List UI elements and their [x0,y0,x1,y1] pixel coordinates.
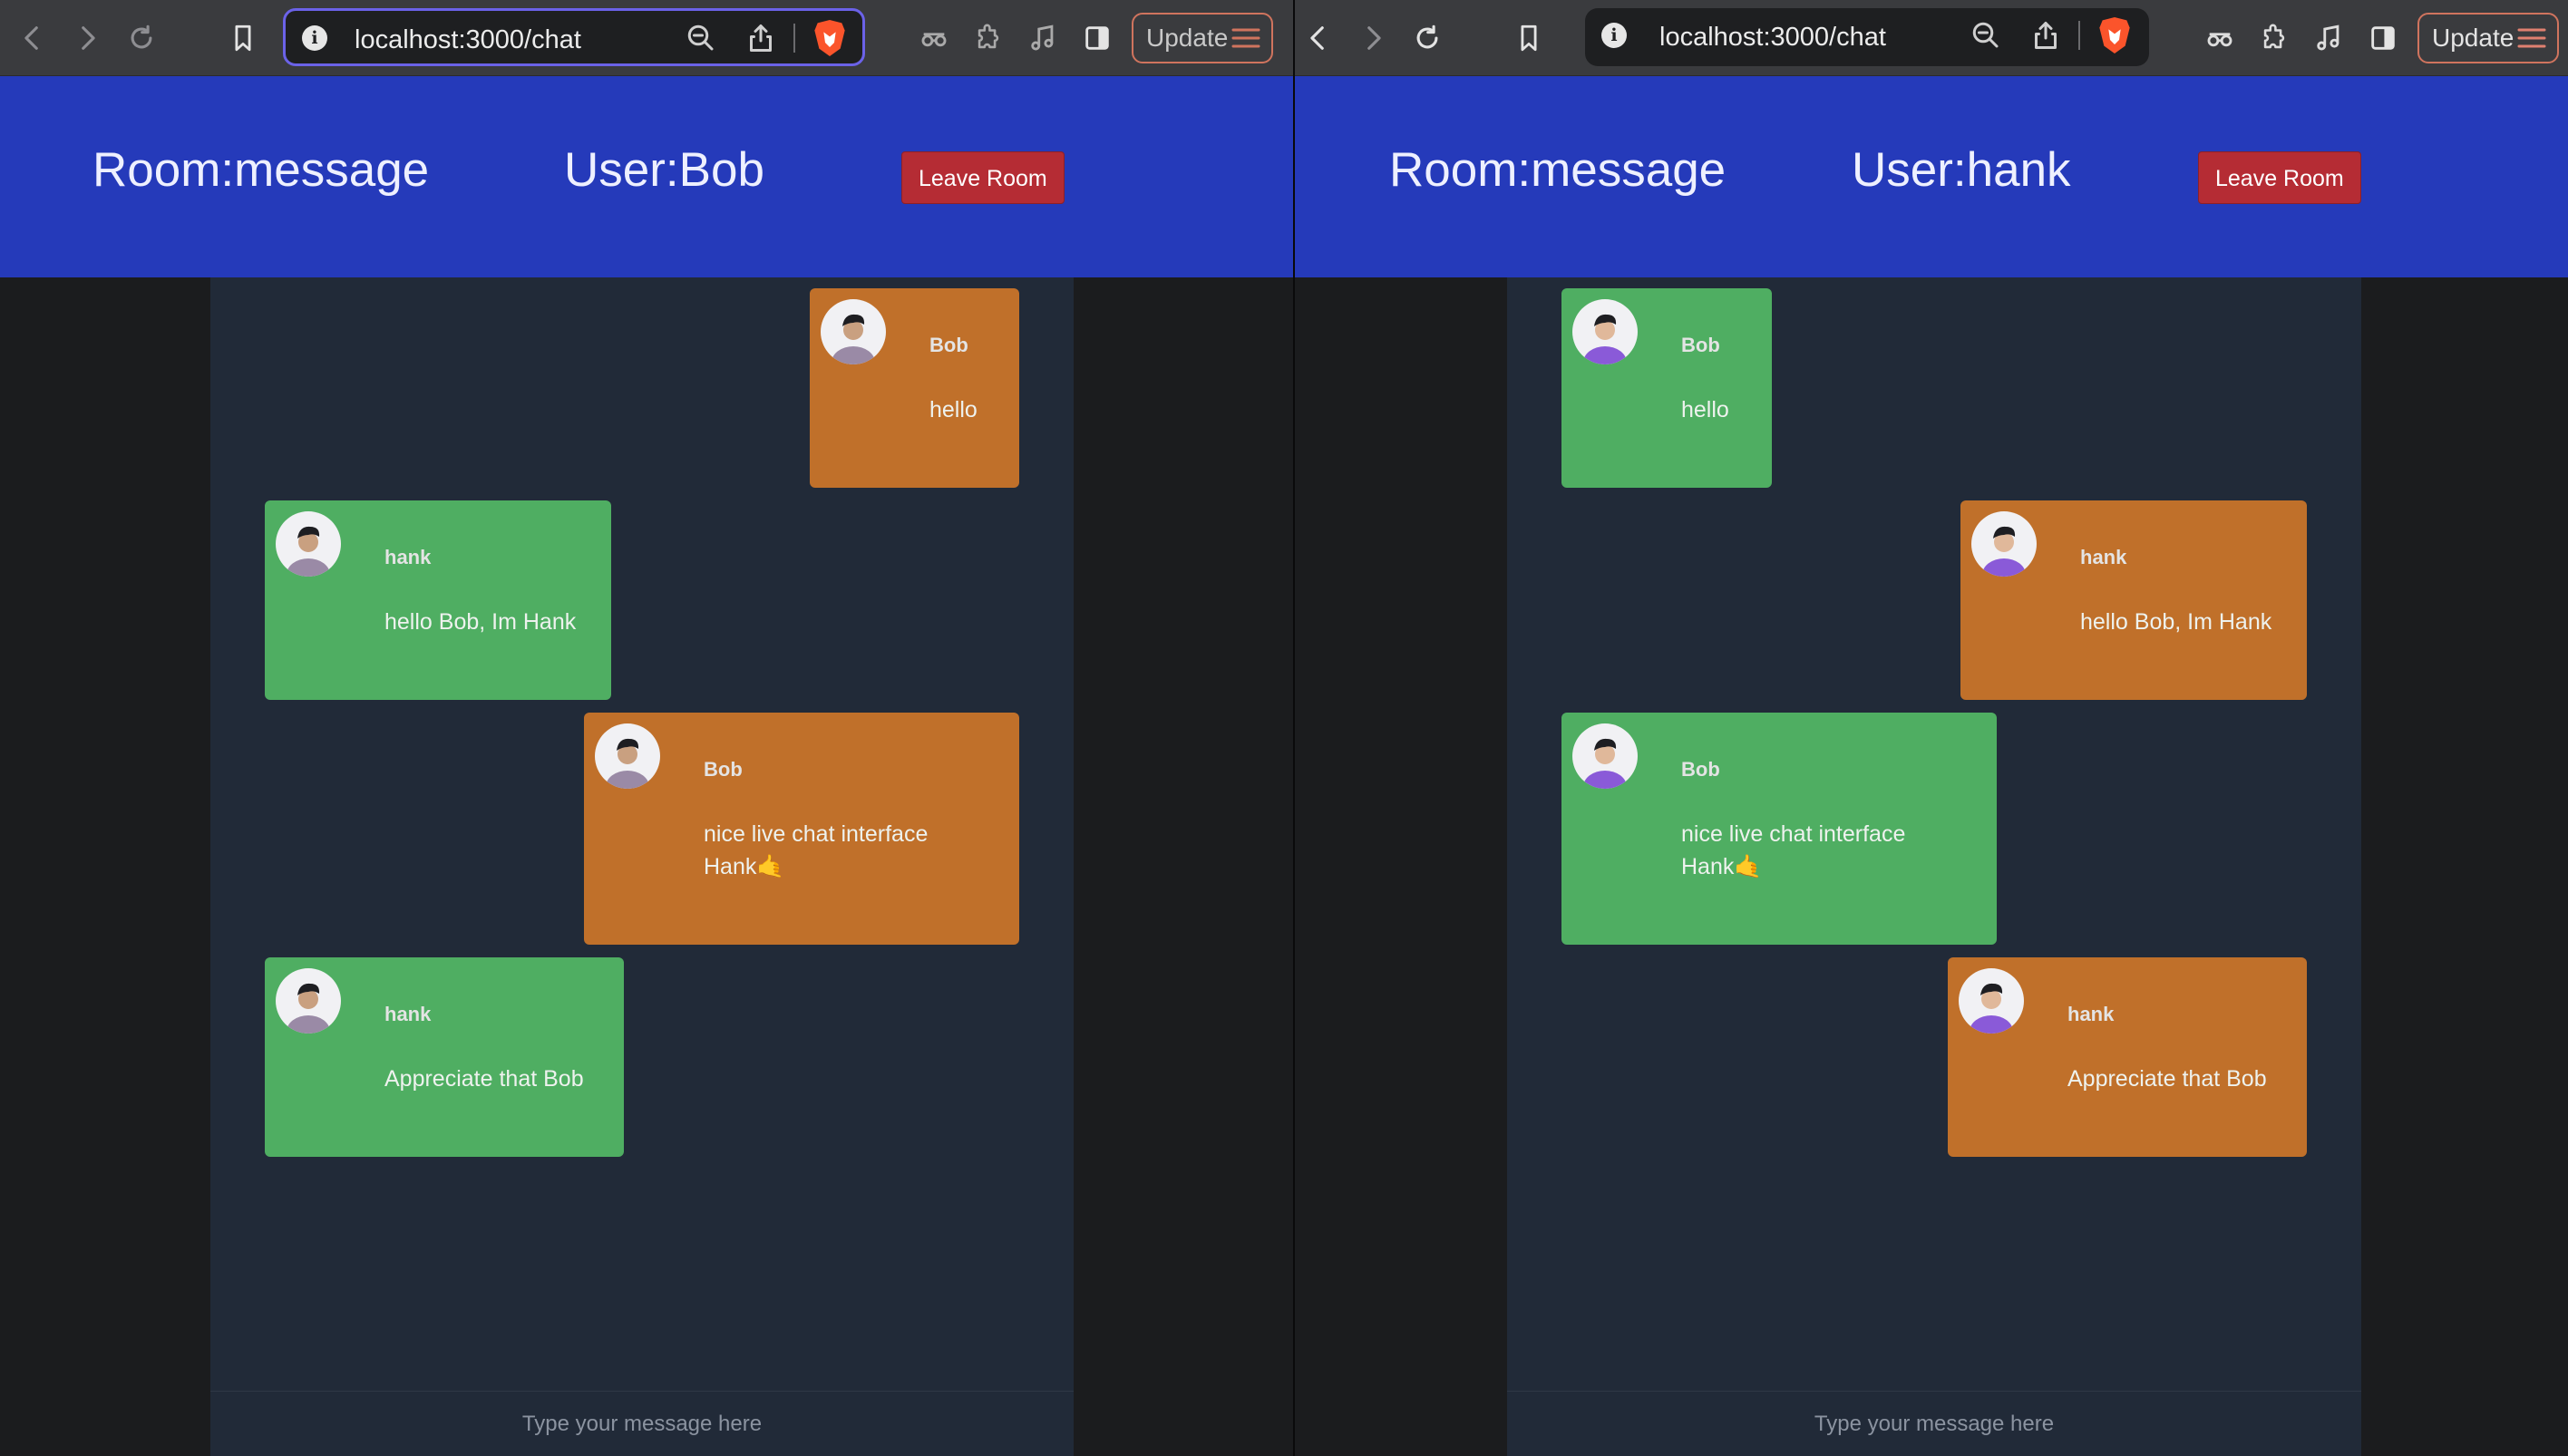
brave-shield-icon[interactable] [812,18,848,58]
message-line: Appreciate that Bob [384,1066,584,1092]
url-text: localhost:3000/chat [355,25,581,54]
update-label: Update [1146,24,1229,52]
bookmark-icon[interactable] [1507,16,1551,60]
leave-room-button[interactable]: Leave Room [2198,151,2361,204]
message-author: Bob [929,334,968,356]
separator [793,24,795,53]
message-line: Appreciate that Bob [2067,1066,2267,1092]
message-text: hello [929,393,978,426]
menu-icon [1231,28,1260,48]
screen: i localhost:3000/chat Update Room:messag… [0,0,2568,1456]
message-input-bar [1507,1391,2361,1456]
address-bar[interactable]: i localhost:3000/chat [283,8,865,66]
reload-icon[interactable] [120,16,163,60]
message-bubble: hank hello Bob, Im Hank [1960,500,2307,700]
message-text: nice live chat interface Hank🤙 [1681,818,1905,883]
message-line: hello Bob, Im Hank [2080,609,2272,635]
zoom-out-icon[interactable] [1970,19,2002,52]
browser-toolbar: i localhost:3000/chat Update [1295,0,2568,76]
incognito-glasses-icon[interactable] [912,16,956,60]
avatar [1572,723,1638,789]
message-text: hello Bob, Im Hank [384,606,576,638]
message-bubble: Bob nice live chat interface Hank🤙 [584,713,1019,945]
message-bubble: Bob hello [810,288,1019,488]
back-icon[interactable] [1297,16,1340,60]
user-title: User:Bob [564,143,764,197]
message-author: Bob [704,758,743,781]
share-icon[interactable] [744,22,777,54]
message-line: nice live chat interface [704,821,929,847]
message-bubble: hank hello Bob, Im Hank [265,500,611,700]
message-text: hello [1681,393,1729,426]
address-bar[interactable]: i localhost:3000/chat [1585,8,2149,66]
media-icon[interactable] [2307,16,2350,60]
share-icon[interactable] [2029,19,2062,52]
browser-window-bob: i localhost:3000/chat Update Room:messag… [0,0,1293,1456]
avatar [1971,511,2037,577]
leave-room-button[interactable]: Leave Room [901,151,1065,204]
message-bubble: Bob hello [1561,288,1772,488]
message-text: Appreciate that Bob [384,1063,584,1095]
room-title: Room:message [1389,143,1727,197]
extensions-icon[interactable] [967,16,1010,60]
avatar [595,723,660,789]
update-label: Update [2432,24,2514,52]
message-line: hello [1681,397,1729,422]
media-icon[interactable] [1021,16,1065,60]
message-author: hank [384,1003,432,1025]
message-line: nice live chat interface [1681,821,1906,847]
separator [2078,21,2080,50]
update-button[interactable]: Update [2417,13,2559,63]
message-line: Hank🤙 [1681,854,1763,879]
chat-panel: Bob hello hank hello Bob, Im Hank Bob ni… [210,277,1074,1456]
message-input[interactable] [210,1392,1074,1456]
avatar [821,299,886,364]
message-input[interactable] [1507,1392,2361,1456]
avatar [276,968,341,1034]
site-info-icon[interactable]: i [302,25,327,51]
extensions-icon[interactable] [2252,16,2296,60]
message-text: nice live chat interface Hank🤙 [704,818,928,883]
update-button[interactable]: Update [1132,13,1273,63]
incognito-glasses-icon[interactable] [2198,16,2242,60]
avatar [1959,968,2024,1034]
avatar [1572,299,1638,364]
forward-icon[interactable] [1351,16,1395,60]
message-bubble: Bob nice live chat interface Hank🤙 [1561,713,1997,945]
chat-header: Room:message User:Bob Leave Room [0,76,1293,277]
back-icon[interactable] [11,16,54,60]
message-bubble: hank Appreciate that Bob [265,957,624,1157]
sidebar-icon[interactable] [1075,16,1119,60]
chat-panel: Bob hello hank hello Bob, Im Hank Bob ni… [1507,277,2361,1456]
message-author: hank [2067,1003,2115,1025]
message-text: hello Bob, Im Hank [2080,606,2271,638]
browser-toolbar: i localhost:3000/chat Update [0,0,1293,76]
message-author: hank [384,546,432,568]
reload-icon[interactable] [1406,16,1449,60]
user-title: User:hank [1852,143,2071,197]
browser-window-hank: i localhost:3000/chat Update Room:messag… [1295,0,2568,1456]
avatar [276,511,341,577]
message-bubble: hank Appreciate that Bob [1948,957,2307,1157]
room-title: Room:message [92,143,430,197]
message-author: hank [2080,546,2127,568]
site-info-icon[interactable]: i [1601,23,1627,48]
message-text: Appreciate that Bob [2067,1063,2267,1095]
url-text: localhost:3000/chat [1659,23,1886,52]
forward-icon[interactable] [65,16,109,60]
message-author: Bob [1681,334,1720,356]
message-author: Bob [1681,758,1720,781]
message-line: Hank🤙 [704,854,785,879]
bookmark-icon[interactable] [221,16,265,60]
message-line: hello Bob, Im Hank [384,609,577,635]
message-input-bar [210,1391,1074,1456]
menu-icon [2517,28,2546,48]
sidebar-icon[interactable] [2361,16,2405,60]
message-line: hello [929,397,978,422]
chat-header: Room:message User:hank Leave Room [1295,76,2568,277]
brave-shield-icon[interactable] [2096,15,2133,55]
zoom-out-icon[interactable] [685,22,717,54]
